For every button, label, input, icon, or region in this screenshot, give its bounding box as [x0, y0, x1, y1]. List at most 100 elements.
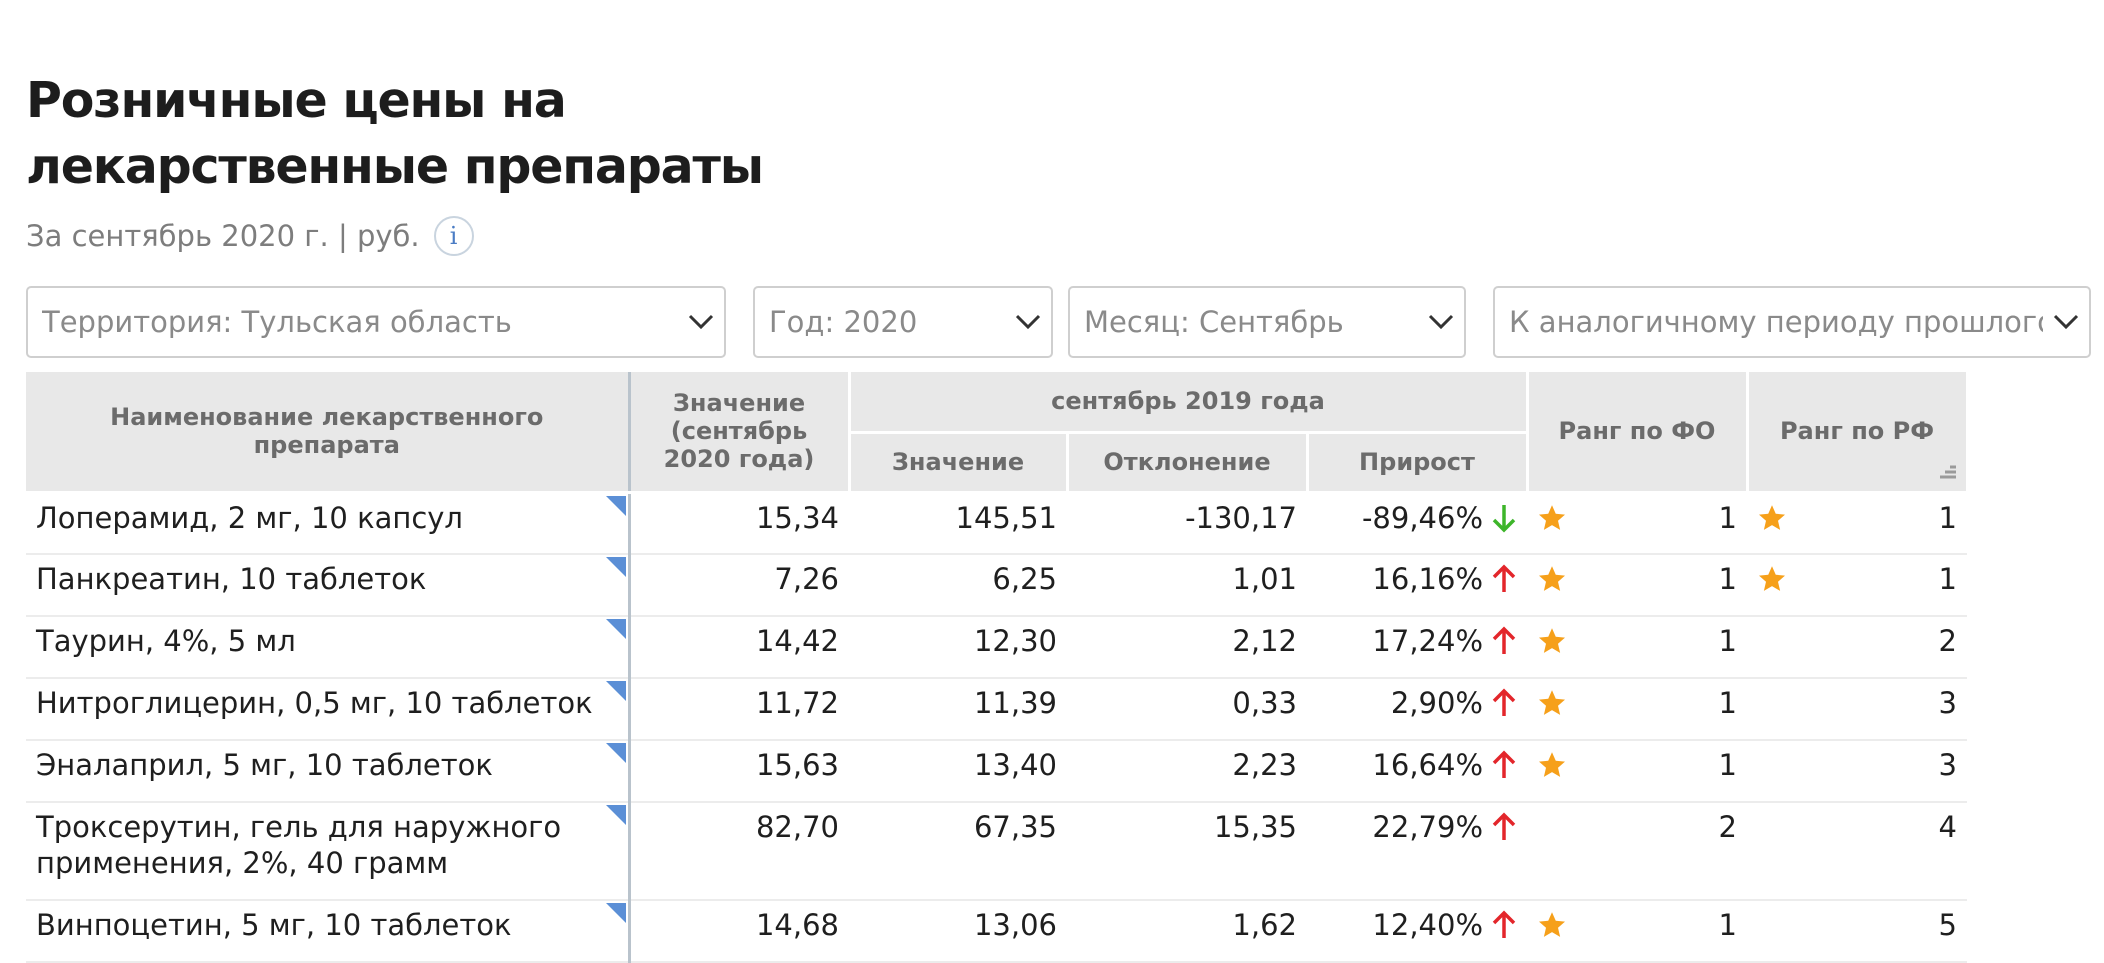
info-label: i — [449, 222, 458, 250]
table-row[interactable]: Панкреатин, 10 таблеток 7,26 6,25 1,01 16,16… — [26, 554, 1967, 617]
table-row[interactable]: Лоперамид, 2 мг, 10 капсул 15,34 145,51 -13… — [26, 492, 1967, 555]
rank-fo-cell: 1 — [1527, 740, 1747, 803]
rank-fo-value: 2 — [1718, 810, 1737, 844]
rank-fo-value: 1 — [1718, 500, 1737, 535]
deviation-cell: 15,35 — [1067, 802, 1307, 901]
value-prev-cell: 13,06 — [849, 900, 1067, 963]
value-current-cell: 14,42 — [629, 616, 849, 679]
arrow-up-icon — [1491, 750, 1517, 780]
col-header-rank-rf[interactable]: Ранг по РФ — [1747, 372, 1969, 494]
row-flag-icon — [605, 495, 626, 516]
growth-cell: -89,46% — [1307, 492, 1527, 555]
col-header-rank-fo[interactable]: Ранг по ФО — [1527, 372, 1749, 494]
value-prev-cell: 67,35 — [849, 802, 1067, 901]
value-prev-cell: 145,51 — [849, 492, 1067, 555]
chevron-down-icon — [2043, 314, 2089, 330]
chevron-down-icon — [1005, 314, 1051, 330]
table-row[interactable]: Троксерутин, гель для наружного применен… — [26, 802, 1967, 901]
growth-value: 17,24% — [1372, 624, 1483, 658]
row-flag-icon — [605, 557, 626, 577]
page-subtitle: За сентябрь 2020 г. | руб. i — [26, 216, 474, 256]
col-header-value-current[interactable]: Значение (сентябрь 2020 года) — [629, 372, 851, 494]
rank-rf-cell: 4 — [1747, 802, 1967, 901]
rank-rf-cell: 5 — [1747, 900, 1967, 963]
col-header-deviation[interactable]: Отклонение — [1067, 432, 1309, 494]
year-select[interactable]: Год: 2020 — [753, 286, 1053, 358]
page-title: Розничные цены на лекарственные препарат… — [26, 72, 764, 195]
row-flag-icon — [605, 743, 626, 763]
rank-fo-value: 1 — [1718, 686, 1737, 720]
month-select[interactable]: Месяц: Сентябрь — [1068, 286, 1466, 358]
rank-rf-value: 5 — [1938, 908, 1957, 942]
table-row[interactable]: Эналаприл, 5 мг, 10 таблеток 15,63 13,40 2,… — [26, 740, 1967, 803]
growth-value: 12,40% — [1372, 908, 1483, 942]
sort-icon[interactable] — [1936, 459, 1958, 487]
growth-cell: 22,79% — [1307, 802, 1527, 901]
rank-fo-value: 1 — [1718, 562, 1737, 596]
star-icon — [1537, 910, 1567, 940]
drug-name: Троксерутин, гель для наружного применен… — [36, 810, 562, 880]
value-current-cell: 7,26 — [629, 554, 849, 617]
value-prev-cell: 6,25 — [849, 554, 1067, 617]
drug-name-cell: Троксерутин, гель для наружного применен… — [26, 802, 631, 901]
star-icon — [1537, 688, 1567, 718]
month-select-value: Месяц: Сентябрь — [1084, 305, 1344, 339]
rank-rf-value: 3 — [1938, 686, 1957, 720]
star-icon — [1537, 750, 1567, 780]
rank-rf-value: 4 — [1938, 810, 1957, 844]
comparison-select-value: К аналогичному периоду прошлого года — [1509, 305, 2043, 339]
row-flag-icon — [605, 903, 626, 923]
value-current-cell: 15,34 — [629, 492, 849, 555]
star-icon — [1537, 503, 1567, 533]
rank-fo-value: 1 — [1718, 908, 1737, 942]
territory-select[interactable]: Территория: Тульская область — [26, 286, 726, 358]
growth-value: 2,90% — [1390, 686, 1483, 720]
col-header-value-prev[interactable]: Значение — [849, 432, 1069, 494]
drug-name: Нитроглицерин, 0,5 мг, 10 таблеток — [36, 686, 593, 720]
growth-value: 22,79% — [1372, 810, 1483, 844]
star-icon — [1757, 564, 1787, 594]
deviation-cell: 0,33 — [1067, 678, 1307, 741]
info-icon[interactable]: i — [433, 216, 474, 256]
value-prev-cell: 11,39 — [849, 678, 1067, 741]
drug-name-cell: Панкреатин, 10 таблеток — [26, 554, 631, 617]
drug-name-cell: Нитроглицерин, 0,5 мг, 10 таблеток — [26, 678, 631, 741]
prices-table: Наименование лекарственного препарата Зн… — [26, 372, 1969, 963]
col-header-name[interactable]: Наименование лекарственного препарата — [26, 372, 631, 494]
table-row[interactable]: Винпоцетин, 5 мг, 10 таблеток 14,68 13,06 1… — [26, 900, 1967, 963]
rank-rf-cell: 1 — [1747, 554, 1967, 617]
col-header-group-prev: сентябрь 2019 года — [849, 372, 1529, 434]
drug-name: Эналаприл, 5 мг, 10 таблеток — [36, 748, 493, 782]
drug-name: Таурин, 4%, 5 мл — [36, 624, 296, 658]
comparison-select[interactable]: К аналогичному периоду прошлого года — [1493, 286, 2091, 358]
rank-fo-value: 1 — [1718, 624, 1737, 658]
row-flag-icon — [605, 805, 626, 825]
col-header-growth[interactable]: Прирост — [1307, 432, 1529, 494]
growth-value: 16,16% — [1372, 562, 1483, 596]
arrow-up-icon — [1491, 626, 1517, 656]
growth-cell: 2,90% — [1307, 678, 1527, 741]
rank-fo-cell: 1 — [1527, 492, 1747, 555]
rank-rf-value: 1 — [1938, 500, 1957, 535]
growth-cell: 17,24% — [1307, 616, 1527, 679]
row-flag-icon — [605, 681, 626, 701]
drug-name-cell: Эналаприл, 5 мг, 10 таблеток — [26, 740, 631, 803]
drug-name-cell: Винпоцетин, 5 мг, 10 таблеток — [26, 900, 631, 963]
value-prev-cell: 12,30 — [849, 616, 1067, 679]
growth-value: 16,64% — [1372, 748, 1483, 782]
drug-name: Панкреатин, 10 таблеток — [36, 562, 427, 596]
drug-name: Лоперамид, 2 мг, 10 капсул — [36, 500, 463, 535]
territory-select-value: Территория: Тульская область — [42, 305, 512, 339]
star-icon — [1537, 626, 1567, 656]
table-row[interactable]: Нитроглицерин, 0,5 мг, 10 таблеток 11,72 1… — [26, 678, 1967, 741]
rank-fo-cell: 1 — [1527, 616, 1747, 679]
value-current-cell: 15,63 — [629, 740, 849, 803]
deviation-cell: 2,12 — [1067, 616, 1307, 679]
value-prev-cell: 13,40 — [849, 740, 1067, 803]
rank-rf-cell: 1 — [1747, 492, 1967, 555]
deviation-cell: -130,17 — [1067, 492, 1307, 555]
drug-name-cell: Таурин, 4%, 5 мл — [26, 616, 631, 679]
subtitle-text: За сентябрь 2020 г. | руб. — [26, 219, 420, 253]
deviation-cell: 1,01 — [1067, 554, 1307, 617]
table-row[interactable]: Таурин, 4%, 5 мл 14,42 12,30 2,12 17,24% 1 2 — [26, 616, 1967, 679]
